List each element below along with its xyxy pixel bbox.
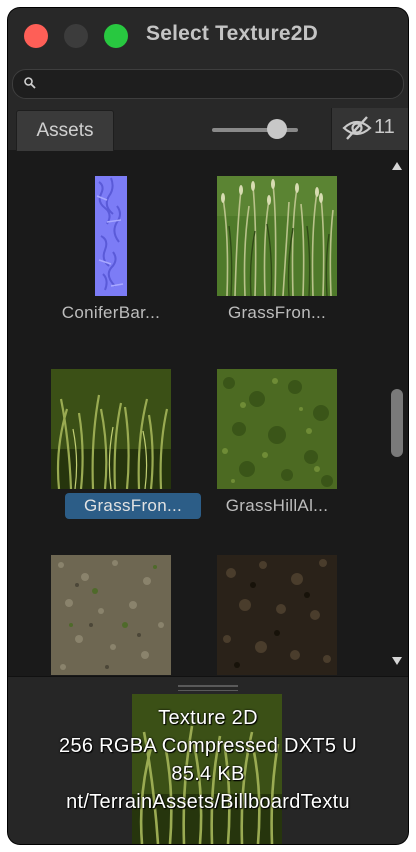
toolbar: Assets 11 — [8, 108, 408, 151]
texture-type: Texture 2D — [158, 707, 258, 729]
eye-slash-icon — [342, 116, 372, 140]
texture-thumbnail[interactable] — [217, 176, 337, 296]
item-label: GrassFron... — [65, 493, 201, 519]
window-title: Select Texture2D — [146, 22, 319, 45]
vertical-scrollbar[interactable] — [386, 151, 408, 676]
preview-panel: Texture 2D 256 RGBA Compressed DXT5 U 85… — [8, 676, 408, 844]
texture-picker-window: Select Texture2D Assets 11 ConiferBar...… — [8, 8, 408, 844]
scrollbar-thumb[interactable] — [391, 389, 403, 457]
texture-thumbnail[interactable] — [51, 555, 171, 675]
resize-handle[interactable] — [178, 685, 238, 687]
search-icon — [24, 77, 36, 89]
tab-assets[interactable]: Assets — [16, 110, 114, 151]
hidden-count: 11 — [374, 116, 395, 138]
maximize-window-button[interactable] — [104, 24, 128, 48]
scroll-up-arrow-icon[interactable] — [391, 161, 403, 171]
texture-format: 256 RGBA Compressed DXT5 U — [59, 735, 357, 757]
texture-thumbnail[interactable] — [217, 369, 337, 489]
texture-thumbnail[interactable] — [217, 555, 337, 675]
scroll-down-arrow-icon[interactable] — [391, 656, 403, 666]
minimize-window-button[interactable] — [64, 24, 88, 48]
texture-path: nt/TerrainAssets/BillboardTextu — [66, 791, 350, 813]
search-input[interactable] — [12, 69, 404, 99]
texture-size: 85.4 KB — [171, 763, 245, 785]
zoom-slider-thumb[interactable] — [266, 119, 287, 139]
close-window-button[interactable] — [24, 24, 48, 48]
title-bar: Select Texture2D — [8, 8, 408, 64]
item-label: ConiferBar... — [61, 303, 161, 322]
asset-grid: ConiferBar... GrassFron... GrassFron... … — [8, 151, 386, 676]
texture-thumbnail[interactable] — [51, 176, 171, 296]
item-label: GrassFron... — [227, 303, 327, 322]
hidden-packages-toggle[interactable]: 11 — [331, 108, 408, 150]
item-label: GrassHillAl... — [225, 496, 329, 515]
search-bar — [8, 64, 408, 108]
resize-handle-line — [178, 690, 238, 691]
texture-thumbnail[interactable] — [51, 369, 171, 489]
